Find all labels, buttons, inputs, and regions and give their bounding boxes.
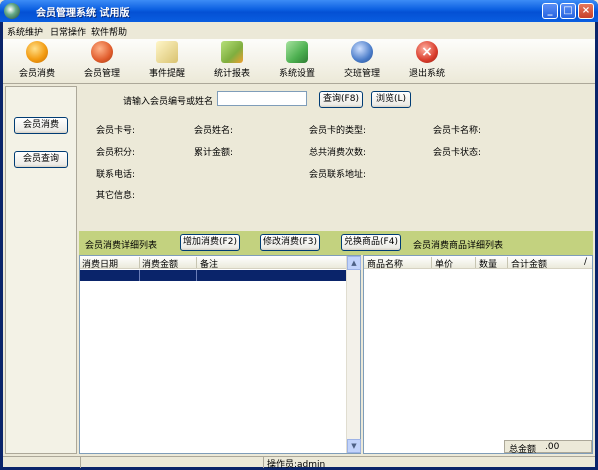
members-icon [91, 41, 113, 63]
toolbar-label: 事件提醒 [148, 69, 185, 79]
goods-list-title: 会员消费商品详细列表 [413, 241, 504, 251]
sort-icon: ∕ [584, 257, 588, 267]
col-date[interactable]: 消费日期 [82, 257, 118, 270]
close-button[interactable]: × [578, 3, 594, 19]
goods-list-grid[interactable]: 商品名称 单价 数量 合计金额 ∕ 总金额 .00 [363, 255, 593, 455]
chart-icon [221, 41, 243, 63]
maximize-button[interactable]: □ [560, 3, 576, 19]
total-count-label: 总共消费次数: [309, 148, 367, 158]
col-amount[interactable]: 消费金额 [142, 257, 178, 270]
toolbar-label: 退出系统 [408, 69, 445, 79]
exit-icon: × [416, 41, 438, 63]
column-divider [507, 257, 508, 268]
consume-list-title: 会员消费详细列表 [85, 241, 158, 251]
status-divider [80, 457, 81, 468]
add-consume-button[interactable]: 增加消费(F2) [180, 234, 240, 251]
play-circle-icon [26, 41, 48, 63]
goods-grid-header: 商品名称 单价 数量 合计金额 ∕ [364, 256, 592, 270]
card-no-label: 会员卡号: [96, 126, 136, 136]
minimize-button[interactable]: _ [542, 3, 558, 19]
exchange-icon [351, 41, 373, 63]
title-bar[interactable]: 会员管理系统 试用版 _ □ × [0, 0, 598, 22]
col-subtotal[interactable]: 合计金额 [511, 257, 547, 270]
total-amount-label: 累计金额: [194, 148, 234, 158]
column-divider [196, 270, 197, 281]
points-label: 会员积分: [96, 148, 136, 158]
action-bar: 会员消费详细列表 增加消费(F2) 修改消费(F3) 兑换商品(F4) 会员消费… [79, 231, 593, 255]
app-icon [4, 3, 20, 19]
window-title: 会员管理系统 试用版 [36, 8, 130, 19]
toolbar-label: 交班管理 [343, 69, 380, 79]
search-input[interactable] [217, 91, 307, 106]
search-row: 请输入会员编号或姓名 查询(F8) 浏览(L) [79, 86, 593, 110]
sidebar-consume-button[interactable]: 会员消费 [14, 117, 68, 134]
toolbar-statistics[interactable]: 统计报表 [201, 41, 263, 83]
toolbar: 会员消费 会员管理 事件提醒 统计报表 系统设置 交班管理 × 退出系统 [3, 39, 595, 84]
total-value: .00 [545, 442, 560, 452]
total-box: 总金额 .00 [504, 440, 592, 455]
client-area: 系统维护 日常操作 软件帮助 会员消费 会员管理 事件提醒 统计报表 系统设置 … [3, 22, 595, 470]
toolbar-settings[interactable]: 系统设置 [266, 41, 328, 83]
menu-help[interactable]: 软件帮助 [91, 25, 127, 38]
status-bar: 操作员:admin [3, 456, 595, 470]
toolbar-label: 会员管理 [83, 69, 120, 79]
main-panel: 请输入会员编号或姓名 查询(F8) 浏览(L) 会员卡号: 会员姓名: 会员卡的… [79, 86, 593, 455]
menu-system-maintenance[interactable]: 系统维护 [7, 25, 43, 38]
address-label: 会员联系地址: [309, 170, 367, 180]
selected-row[interactable] [80, 270, 347, 281]
toolbar-label: 系统设置 [278, 69, 315, 79]
column-divider [431, 257, 432, 268]
sidebar: 会员消费 会员查询 [5, 86, 77, 454]
total-label: 总金额 [509, 445, 537, 455]
toolbar-exit[interactable]: × 退出系统 [396, 41, 458, 83]
status-divider [263, 457, 264, 468]
toolbar-label: 统计报表 [213, 69, 250, 79]
col-remark[interactable]: 备注 [200, 257, 218, 270]
toolbar-event-reminder[interactable]: 事件提醒 [136, 41, 198, 83]
consume-grid-header: 消费日期 消费金额 备注 [80, 256, 347, 270]
phone-label: 联系电话: [96, 170, 136, 180]
col-goods-name[interactable]: 商品名称 [367, 257, 403, 270]
other-info-label: 其它信息: [96, 191, 136, 201]
edit-consume-button[interactable]: 修改消费(F3) [260, 234, 320, 251]
column-divider [139, 270, 140, 281]
toolbar-member-consume[interactable]: 会员消费 [6, 41, 68, 83]
query-button[interactable]: 查询(F8) [319, 91, 363, 108]
settings-icon [286, 41, 308, 63]
menu-daily-operations[interactable]: 日常操作 [50, 25, 86, 38]
scroll-down-arrow-icon[interactable]: ▼ [347, 439, 361, 453]
column-divider [139, 257, 140, 268]
member-name-label: 会员姓名: [194, 126, 234, 136]
toolbar-member-manage[interactable]: 会员管理 [71, 41, 133, 83]
card-type-label: 会员卡的类型: [309, 126, 367, 136]
scroll-up-arrow-icon[interactable]: ▲ [347, 256, 361, 270]
menu-bar: 系统维护 日常操作 软件帮助 [3, 22, 595, 39]
col-price[interactable]: 单价 [435, 257, 453, 270]
notepad-icon [156, 41, 178, 63]
consume-grid-scrollbar[interactable]: ▲ ▼ [346, 256, 361, 453]
redeem-goods-button[interactable]: 兑换商品(F4) [341, 234, 401, 251]
app-window: 会员管理系统 试用版 _ □ × 系统维护 日常操作 软件帮助 会员消费 会员管… [0, 0, 598, 470]
toolbar-shift-manage[interactable]: 交班管理 [331, 41, 393, 83]
toolbar-label: 会员消费 [18, 69, 55, 79]
column-divider [475, 257, 476, 268]
search-label: 请输入会员编号或姓名 [123, 97, 214, 107]
card-status-label: 会员卡状态: [433, 148, 482, 158]
operator-status: 操作员:admin [267, 460, 326, 470]
col-qty[interactable]: 数量 [479, 257, 497, 270]
card-name-label: 会员卡名称: [433, 126, 482, 136]
browse-button[interactable]: 浏览(L) [371, 91, 411, 108]
column-divider [196, 257, 197, 268]
consume-list-grid[interactable]: 消费日期 消费金额 备注 ▲ ▼ [79, 255, 361, 454]
sidebar-query-button[interactable]: 会员查询 [14, 151, 68, 168]
